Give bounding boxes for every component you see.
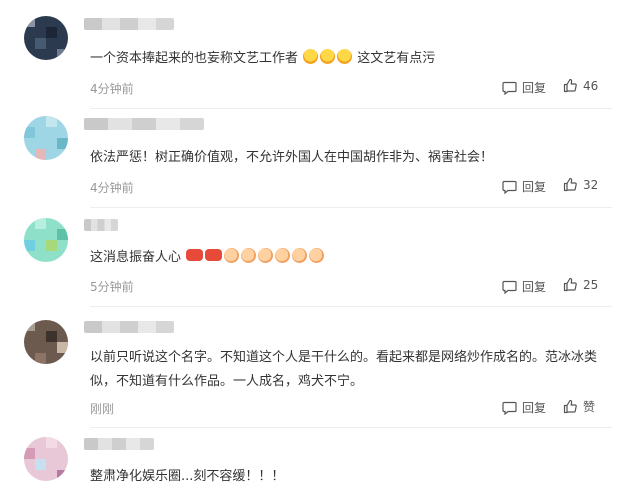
- avatar[interactable]: [24, 16, 68, 60]
- divider: [90, 207, 612, 208]
- divider: [90, 306, 612, 307]
- avatar[interactable]: [24, 116, 68, 160]
- comment-text: 整肃净化娱乐圈...刻不容缓！！！: [90, 469, 285, 484]
- thumbs-up-emoji-icon: [241, 248, 257, 263]
- comment-text: 以前只听说这个名字。不知道这个人是干什么的。看起来都是网络炒作成名的。范冰冰类似…: [90, 350, 598, 389]
- like-button[interactable]: 25: [563, 277, 598, 292]
- comment-body: 这消息振奋人心: [90, 250, 182, 265]
- comment-icon: [502, 401, 517, 415]
- reply-button[interactable]: 回复: [502, 399, 546, 416]
- comment-time: 刚刚: [90, 402, 115, 416]
- username-blurred[interactable]: [84, 18, 174, 30]
- comment-text: 依法严惩！树正确价值观，不允许外国人在中国胡作非为、祸害社会！: [90, 150, 494, 165]
- divider: [90, 108, 612, 109]
- like-count: 赞: [583, 400, 596, 414]
- reply-button[interactable]: 回复: [502, 278, 546, 295]
- username-blurred[interactable]: [84, 438, 154, 450]
- reply-button[interactable]: 回复: [502, 178, 546, 195]
- like-button[interactable]: 46: [563, 78, 598, 93]
- like-badge-icon: [186, 249, 204, 261]
- comment-time: 4分钟前: [90, 181, 134, 195]
- divider: [90, 427, 612, 428]
- comment-suffix: 这文艺有点污: [357, 51, 436, 66]
- comment-time: 5分钟前: [90, 280, 134, 294]
- like-count: 46: [583, 78, 599, 93]
- like-button[interactable]: 32: [563, 177, 598, 192]
- thumbs-up-emoji-icon: [309, 248, 325, 263]
- username-blurred[interactable]: [84, 118, 204, 130]
- thumbs-up-emoji-icon: [275, 248, 291, 263]
- laughing-emoji-icon: [320, 49, 336, 64]
- reply-button[interactable]: 回复: [502, 79, 546, 96]
- comment-icon: [502, 180, 517, 194]
- reply-label: 回复: [522, 180, 547, 194]
- like-count: 32: [583, 177, 599, 192]
- thumbs-up-icon: [563, 277, 577, 292]
- comment-time: 4分钟前: [90, 82, 134, 96]
- comment-body: 一个资本捧起来的也妄称文艺工作者: [90, 51, 299, 66]
- reply-label: 回复: [522, 401, 547, 415]
- thumbs-up-icon: [563, 78, 577, 93]
- like-badge-icon: [205, 249, 223, 261]
- avatar[interactable]: [24, 437, 68, 481]
- reply-label: 回复: [522, 81, 547, 95]
- comment-text: 这消息振奋人心: [90, 246, 612, 270]
- comment-text: 一个资本捧起来的也妄称文艺工作者 这文艺有点污: [90, 47, 612, 71]
- comment-icon: [502, 280, 517, 294]
- thumbs-up-emoji-icon: [224, 248, 240, 263]
- comment-icon: [502, 81, 517, 95]
- thumbs-up-emoji-icon: [292, 248, 308, 263]
- like-count: 25: [583, 277, 599, 292]
- username-blurred[interactable]: [84, 321, 174, 333]
- username-blurred[interactable]: [84, 219, 118, 231]
- laughing-emoji-icon: [303, 49, 319, 64]
- avatar[interactable]: [24, 320, 68, 364]
- thumbs-up-icon: [563, 177, 577, 192]
- laughing-emoji-icon: [337, 49, 353, 64]
- thumbs-up-emoji-icon: [258, 248, 274, 263]
- avatar[interactable]: [24, 218, 68, 262]
- reply-label: 回复: [522, 280, 547, 294]
- like-button[interactable]: 赞: [563, 398, 595, 415]
- thumbs-up-icon: [563, 399, 577, 414]
